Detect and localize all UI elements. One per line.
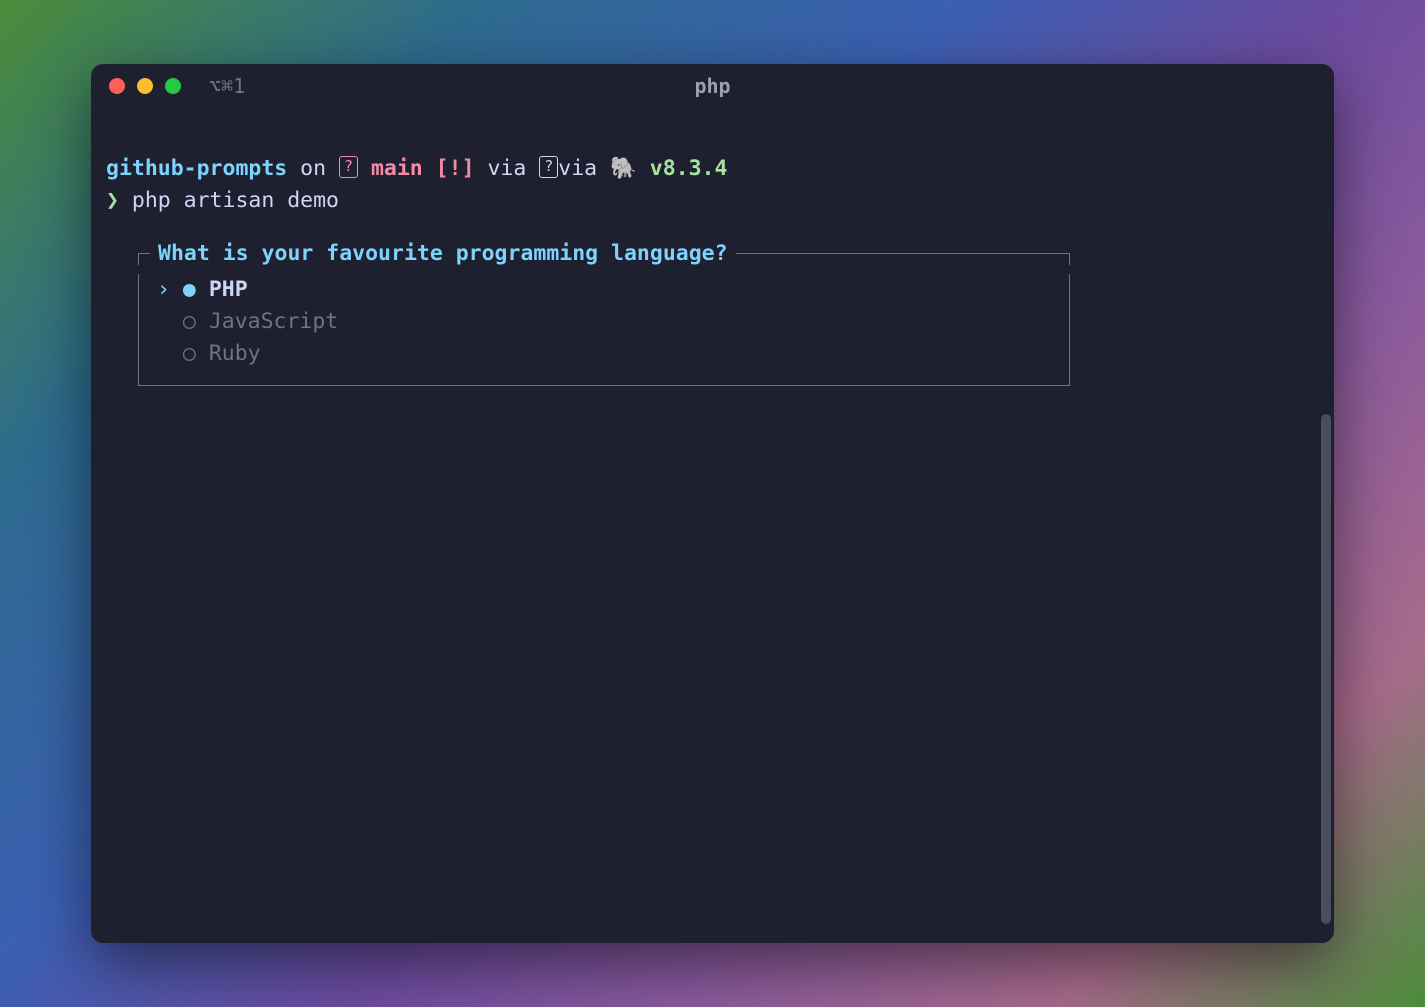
command-line: ❯ php artisan demo	[106, 185, 1319, 217]
via-text2: via	[558, 156, 610, 181]
prompt-char: ❯	[106, 188, 119, 213]
close-button[interactable]	[109, 78, 125, 94]
branch-name: main	[371, 156, 423, 181]
branch-status: [!]	[423, 156, 475, 181]
tab-indicator: ⌥⌘1	[209, 74, 245, 98]
branch-icon: ?	[339, 156, 371, 181]
option-php[interactable]: › ● PHP	[139, 274, 1069, 306]
prompt-question-row: What is your favourite programming langu…	[138, 246, 1070, 278]
maximize-button[interactable]	[165, 78, 181, 94]
option-ruby[interactable]: › ○ Ruby	[139, 338, 1069, 370]
via-text: via	[475, 156, 540, 181]
terminal-window: ⌥⌘1 php github-prompts on ? main [!] via…	[91, 64, 1334, 943]
title-bar: ⌥⌘1 php	[91, 64, 1334, 108]
shell-prompt-line: github-prompts on ? main [!] via ?via 🐘 …	[106, 153, 1319, 185]
minimize-button[interactable]	[137, 78, 153, 94]
option-javascript[interactable]: › ○ JavaScript	[139, 306, 1069, 338]
elephant-icon: 🐘	[610, 156, 637, 181]
via-icon: ?	[539, 156, 558, 181]
window-title: php	[694, 74, 730, 98]
php-version: v8.3.4	[637, 156, 728, 181]
options-container: › ● PHP › ○ JavaScript › ○ Ruby	[138, 274, 1070, 386]
scrollbar[interactable]	[1321, 414, 1331, 924]
prompt-question: What is your favourite programming langu…	[158, 238, 728, 270]
traffic-lights	[109, 78, 181, 94]
select-prompt[interactable]: What is your favourite programming langu…	[138, 246, 1070, 386]
command-text: php artisan demo	[119, 188, 339, 213]
on-text: on	[287, 156, 339, 181]
terminal-content[interactable]: github-prompts on ? main [!] via ?via 🐘 …	[91, 108, 1334, 386]
project-name: github-prompts	[106, 156, 287, 181]
